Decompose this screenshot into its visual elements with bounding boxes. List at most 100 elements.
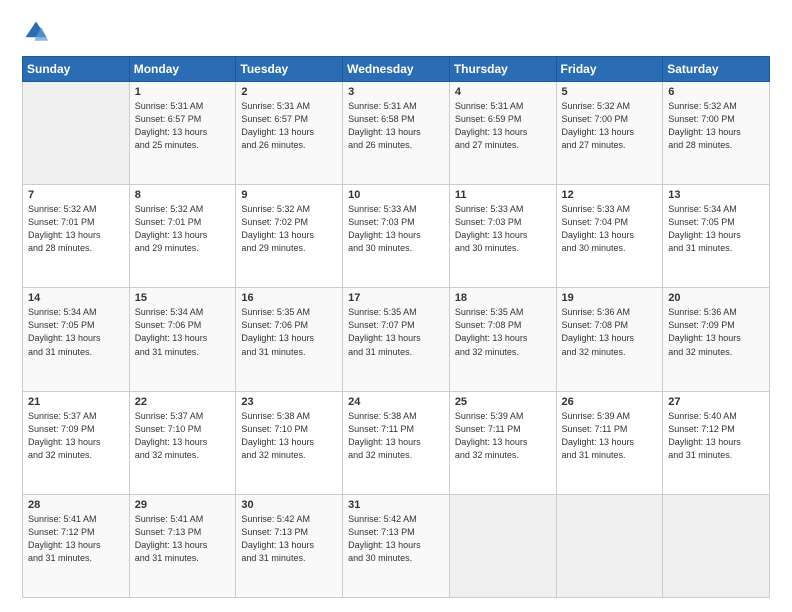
day-info: Sunrise: 5:42 AM Sunset: 7:13 PM Dayligh… xyxy=(348,513,444,565)
week-row-4: 28 Sunrise: 5:41 AM Sunset: 7:12 PM Dayli… xyxy=(23,494,770,597)
day-cell: 14 Sunrise: 5:34 AM Sunset: 7:05 PM Dayli… xyxy=(23,288,130,391)
day-number: 18 xyxy=(455,292,551,304)
day-cell: 1 Sunrise: 5:31 AM Sunset: 6:57 PM Daylig… xyxy=(129,82,236,185)
day-cell: 30Sunrise: 5:42 AM Sunset: 7:13 PM Dayli… xyxy=(236,494,343,597)
header-cell-monday: Monday xyxy=(129,57,236,82)
day-cell xyxy=(663,494,770,597)
day-info: Sunrise: 5:38 AM Sunset: 7:11 PM Dayligh… xyxy=(348,410,444,462)
day-number: 1 xyxy=(135,86,231,98)
header xyxy=(22,18,770,46)
day-cell: 10Sunrise: 5:33 AM Sunset: 7:03 PM Dayli… xyxy=(343,185,450,288)
day-cell: 26 Sunrise: 5:39 AM Sunset: 7:11 PM Dayli… xyxy=(556,391,663,494)
day-cell xyxy=(449,494,556,597)
day-cell: 4 Sunrise: 5:31 AM Sunset: 6:59 PM Daylig… xyxy=(449,82,556,185)
day-info: Sunrise: 5:35 AM Sunset: 7:07 PM Dayligh… xyxy=(348,306,444,358)
day-number: 29 xyxy=(135,499,231,511)
logo xyxy=(22,18,54,46)
day-info: Sunrise: 5:36 AM Sunset: 7:09 PM Dayligh… xyxy=(668,306,764,358)
day-cell: 18 Sunrise: 5:35 AM Sunset: 7:08 PM Dayli… xyxy=(449,288,556,391)
day-cell: 6Sunrise: 5:32 AM Sunset: 7:00 PM Daylig… xyxy=(663,82,770,185)
day-cell: 8Sunrise: 5:32 AM Sunset: 7:01 PM Daylig… xyxy=(129,185,236,288)
day-number: 25 xyxy=(455,396,551,408)
day-cell: 17 Sunrise: 5:35 AM Sunset: 7:07 PM Dayli… xyxy=(343,288,450,391)
calendar-body: 1 Sunrise: 5:31 AM Sunset: 6:57 PM Daylig… xyxy=(23,82,770,598)
day-info: Sunrise: 5:32 AM Sunset: 7:01 PM Dayligh… xyxy=(28,203,124,255)
day-cell: 11Sunrise: 5:33 AM Sunset: 7:03 PM Dayli… xyxy=(449,185,556,288)
day-number: 21 xyxy=(28,396,124,408)
day-cell: 5 Sunrise: 5:32 AM Sunset: 7:00 PM Daylig… xyxy=(556,82,663,185)
day-info: Sunrise: 5:35 AM Sunset: 7:08 PM Dayligh… xyxy=(455,306,551,358)
day-cell: 24 Sunrise: 5:38 AM Sunset: 7:11 PM Dayli… xyxy=(343,391,450,494)
day-number: 23 xyxy=(241,396,337,408)
day-number: 9 xyxy=(241,189,337,201)
day-info: Sunrise: 5:33 AM Sunset: 7:04 PM Dayligh… xyxy=(562,203,658,255)
day-cell: 13 Sunrise: 5:34 AM Sunset: 7:05 PM Dayli… xyxy=(663,185,770,288)
day-number: 26 xyxy=(562,396,658,408)
day-cell xyxy=(556,494,663,597)
day-info: Sunrise: 5:32 AM Sunset: 7:00 PM Dayligh… xyxy=(562,100,658,152)
day-number: 11 xyxy=(455,189,551,201)
header-cell-friday: Friday xyxy=(556,57,663,82)
day-cell: 7 Sunrise: 5:32 AM Sunset: 7:01 PM Daylig… xyxy=(23,185,130,288)
day-cell: 15 Sunrise: 5:34 AM Sunset: 7:06 PM Dayli… xyxy=(129,288,236,391)
day-number: 7 xyxy=(28,189,124,201)
day-number: 24 xyxy=(348,396,444,408)
day-cell: 16 Sunrise: 5:35 AM Sunset: 7:06 PM Dayli… xyxy=(236,288,343,391)
day-info: Sunrise: 5:41 AM Sunset: 7:13 PM Dayligh… xyxy=(135,513,231,565)
calendar-table: SundayMondayTuesdayWednesdayThursdayFrid… xyxy=(22,56,770,598)
day-number: 14 xyxy=(28,292,124,304)
day-info: Sunrise: 5:31 AM Sunset: 6:57 PM Dayligh… xyxy=(241,100,337,152)
day-cell xyxy=(23,82,130,185)
day-number: 5 xyxy=(562,86,658,98)
day-info: Sunrise: 5:31 AM Sunset: 6:58 PM Dayligh… xyxy=(348,100,444,152)
day-number: 17 xyxy=(348,292,444,304)
day-number: 10 xyxy=(348,189,444,201)
day-info: Sunrise: 5:31 AM Sunset: 6:59 PM Dayligh… xyxy=(455,100,551,152)
day-cell: 25Sunrise: 5:39 AM Sunset: 7:11 PM Dayli… xyxy=(449,391,556,494)
day-number: 22 xyxy=(135,396,231,408)
day-cell: 23Sunrise: 5:38 AM Sunset: 7:10 PM Dayli… xyxy=(236,391,343,494)
day-cell: 9 Sunrise: 5:32 AM Sunset: 7:02 PM Daylig… xyxy=(236,185,343,288)
header-cell-thursday: Thursday xyxy=(449,57,556,82)
day-cell: 22 Sunrise: 5:37 AM Sunset: 7:10 PM Dayli… xyxy=(129,391,236,494)
day-number: 13 xyxy=(668,189,764,201)
day-cell: 28 Sunrise: 5:41 AM Sunset: 7:12 PM Dayli… xyxy=(23,494,130,597)
day-cell: 29 Sunrise: 5:41 AM Sunset: 7:13 PM Dayli… xyxy=(129,494,236,597)
calendar-header: SundayMondayTuesdayWednesdayThursdayFrid… xyxy=(23,57,770,82)
day-info: Sunrise: 5:37 AM Sunset: 7:10 PM Dayligh… xyxy=(135,410,231,462)
day-number: 6 xyxy=(668,86,764,98)
day-cell: 3Sunrise: 5:31 AM Sunset: 6:58 PM Daylig… xyxy=(343,82,450,185)
day-number: 8 xyxy=(135,189,231,201)
header-cell-sunday: Sunday xyxy=(23,57,130,82)
day-info: Sunrise: 5:34 AM Sunset: 7:05 PM Dayligh… xyxy=(668,203,764,255)
day-cell: 19 Sunrise: 5:36 AM Sunset: 7:08 PM Dayli… xyxy=(556,288,663,391)
day-number: 15 xyxy=(135,292,231,304)
header-cell-tuesday: Tuesday xyxy=(236,57,343,82)
day-number: 31 xyxy=(348,499,444,511)
day-info: Sunrise: 5:35 AM Sunset: 7:06 PM Dayligh… xyxy=(241,306,337,358)
header-row: SundayMondayTuesdayWednesdayThursdayFrid… xyxy=(23,57,770,82)
day-info: Sunrise: 5:39 AM Sunset: 7:11 PM Dayligh… xyxy=(562,410,658,462)
day-info: Sunrise: 5:36 AM Sunset: 7:08 PM Dayligh… xyxy=(562,306,658,358)
day-info: Sunrise: 5:41 AM Sunset: 7:12 PM Dayligh… xyxy=(28,513,124,565)
day-cell: 12Sunrise: 5:33 AM Sunset: 7:04 PM Dayli… xyxy=(556,185,663,288)
day-info: Sunrise: 5:34 AM Sunset: 7:06 PM Dayligh… xyxy=(135,306,231,358)
day-info: Sunrise: 5:37 AM Sunset: 7:09 PM Dayligh… xyxy=(28,410,124,462)
day-info: Sunrise: 5:42 AM Sunset: 7:13 PM Dayligh… xyxy=(241,513,337,565)
day-info: Sunrise: 5:31 AM Sunset: 6:57 PM Dayligh… xyxy=(135,100,231,152)
day-number: 20 xyxy=(668,292,764,304)
logo-icon xyxy=(22,18,50,46)
header-cell-wednesday: Wednesday xyxy=(343,57,450,82)
day-info: Sunrise: 5:40 AM Sunset: 7:12 PM Dayligh… xyxy=(668,410,764,462)
day-info: Sunrise: 5:32 AM Sunset: 7:02 PM Dayligh… xyxy=(241,203,337,255)
day-number: 4 xyxy=(455,86,551,98)
day-cell: 2Sunrise: 5:31 AM Sunset: 6:57 PM Daylig… xyxy=(236,82,343,185)
day-number: 19 xyxy=(562,292,658,304)
day-number: 16 xyxy=(241,292,337,304)
day-cell: 31 Sunrise: 5:42 AM Sunset: 7:13 PM Dayli… xyxy=(343,494,450,597)
day-info: Sunrise: 5:34 AM Sunset: 7:05 PM Dayligh… xyxy=(28,306,124,358)
header-cell-saturday: Saturday xyxy=(663,57,770,82)
day-number: 27 xyxy=(668,396,764,408)
day-number: 28 xyxy=(28,499,124,511)
week-row-3: 21 Sunrise: 5:37 AM Sunset: 7:09 PM Dayli… xyxy=(23,391,770,494)
